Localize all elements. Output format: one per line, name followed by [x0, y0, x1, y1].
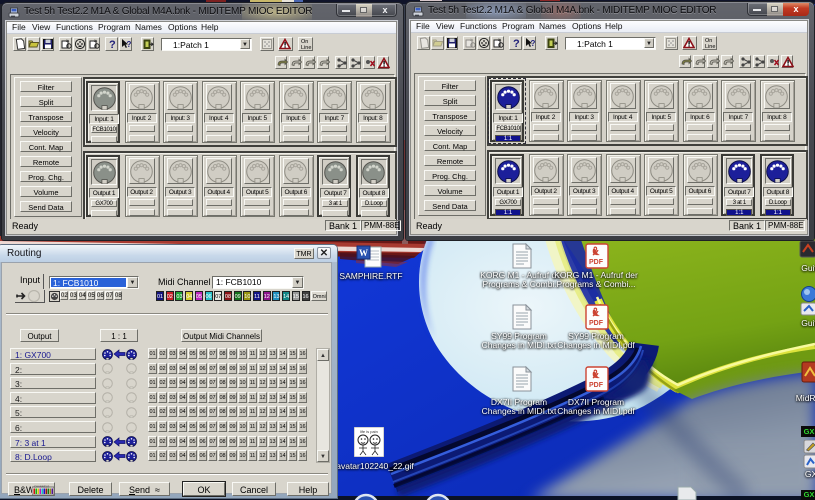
svg-text:life is pain: life is pain — [360, 429, 378, 434]
svg-text:PDF: PDF — [589, 382, 604, 389]
svg-text:W: W — [359, 248, 368, 258]
svg-text:PDF: PDF — [589, 320, 604, 327]
svg-text:PDF: PDF — [589, 259, 604, 266]
svg-text:CHANNELS: CHANNELS — [34, 485, 49, 489]
svg-text:?: ? — [513, 38, 520, 49]
svg-text:?: ? — [109, 39, 116, 50]
svg-text:?: ? — [127, 40, 132, 49]
svg-text:?: ? — [531, 39, 536, 48]
